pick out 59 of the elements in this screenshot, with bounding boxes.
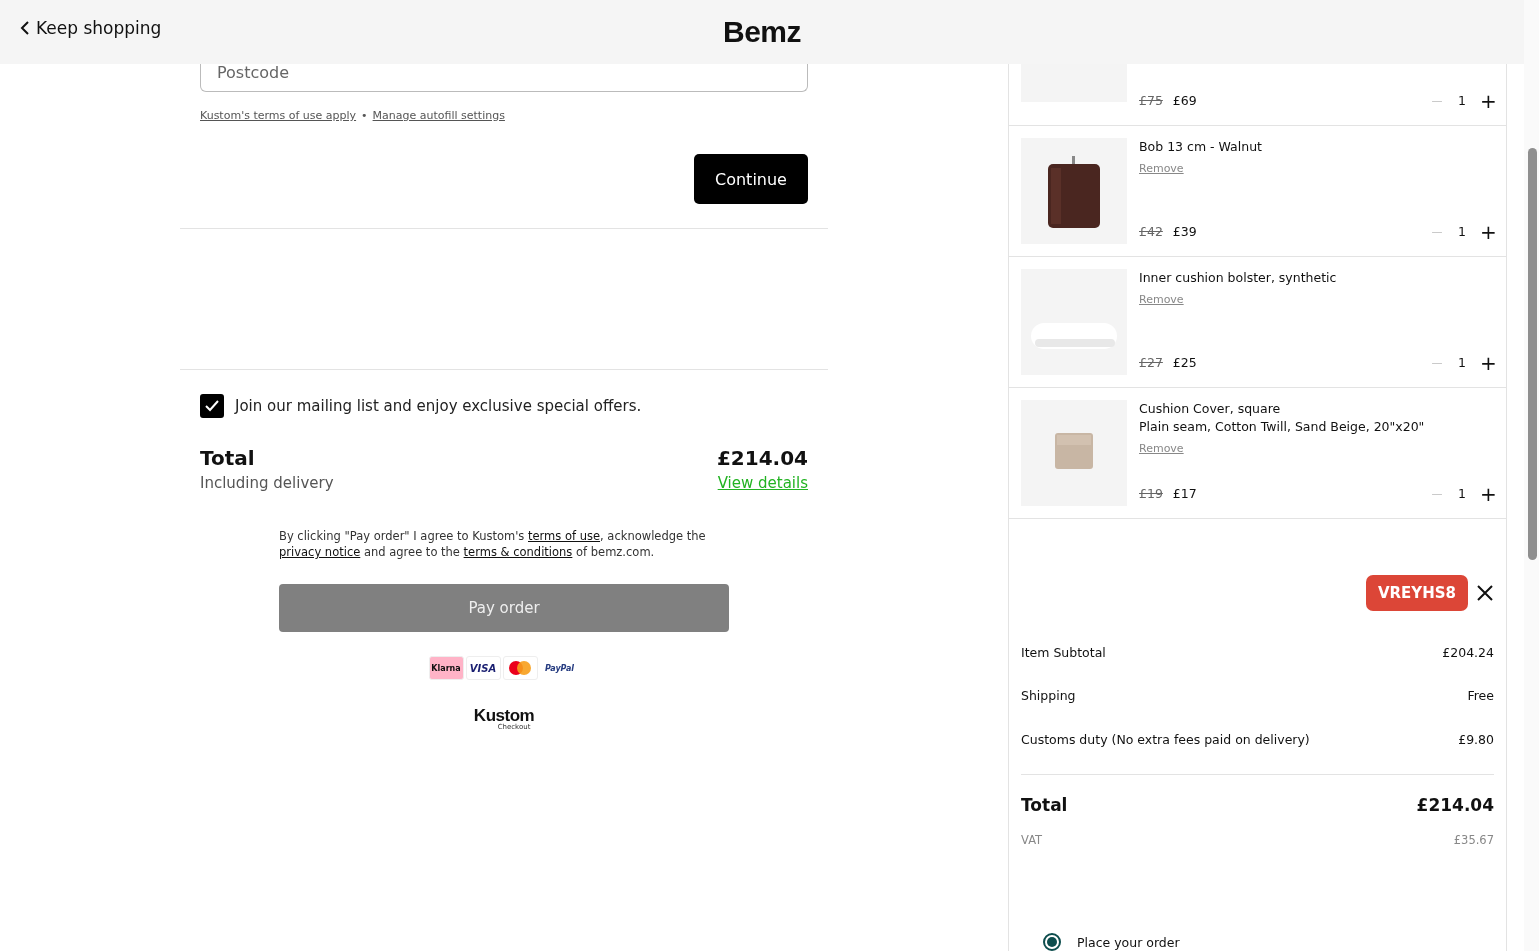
option-label: Place your order [1077, 934, 1180, 950]
increase-button[interactable]: + [1480, 481, 1494, 506]
increase-button[interactable]: + [1480, 88, 1494, 113]
checkmark-icon [205, 400, 219, 412]
original-price: £42 [1139, 224, 1163, 239]
postcode-field[interactable]: Postcode [200, 64, 808, 92]
newsletter-checkbox[interactable] [200, 394, 224, 418]
visa-logo: VISA [465, 656, 501, 680]
radio-button[interactable] [1043, 933, 1061, 951]
summary-label: Customs duty (No extra fees paid on delivery) [1021, 731, 1310, 747]
remove-link[interactable]: Remove [1139, 161, 1184, 175]
quantity: 1 [1457, 355, 1467, 370]
vat-label: VAT [1021, 833, 1043, 847]
scrollbar[interactable] [1524, 0, 1539, 951]
summary-value: £9.80 [1458, 731, 1494, 747]
newsletter-label: Join our mailing list and enjoy exclusive special offers. [235, 397, 642, 415]
summary-label: Shipping [1021, 688, 1076, 704]
increase-button[interactable]: + [1480, 219, 1494, 244]
terms-link[interactable]: Kustom's terms of use apply [200, 109, 357, 122]
sale-price: £17 [1172, 486, 1197, 501]
product-name: Inner cushion bolster, synthetic [1139, 268, 1338, 287]
original-price: £19 [1139, 486, 1163, 501]
total-amount: £214.04 [1416, 795, 1494, 815]
legal-link[interactable]: privacy notice [279, 545, 361, 559]
total-label: Total [200, 446, 255, 470]
product-name: Cushion Cover, square [1139, 399, 1282, 418]
sale-price: £69 [1172, 93, 1197, 108]
sale-price: £25 [1172, 355, 1197, 370]
close-button[interactable] [1476, 583, 1494, 602]
product-name: Bob 13 cm - Walnut [1139, 137, 1263, 156]
total-label: Total [1021, 795, 1068, 815]
total-amount: £214.04 [716, 446, 808, 470]
legal-text: By clicking "Pay order" I agree to Kustom's terms of use, acknowledge the privacy notice and agree to the terms & conditions of bemz.com. [279, 528, 707, 560]
mastercard-logo [502, 656, 538, 680]
vat-amount: £35.67 [1453, 833, 1494, 847]
logo[interactable]: Bemz [723, 15, 801, 49]
quantity: 1 [1457, 486, 1467, 501]
product-variant: Plain seam, Cotton Twill, Sand Beige, 20"x20" [1139, 417, 1426, 436]
delivery-note: Including delivery [200, 474, 334, 492]
quantity: 1 [1457, 93, 1467, 108]
summary-label: Item Subtotal [1021, 644, 1106, 660]
quantity: 1 [1457, 224, 1467, 239]
keep-shopping-link[interactable]: Keep shopping [20, 18, 162, 38]
chevron-left-icon [20, 21, 30, 35]
remove-link[interactable]: Remove [1139, 441, 1184, 455]
increase-button[interactable]: + [1480, 350, 1494, 375]
continue-button[interactable]: Continue [694, 154, 808, 204]
legal-link[interactable]: terms & conditions [463, 545, 573, 559]
coupon-tag: VREYHS8 [1365, 574, 1468, 611]
separator: • [361, 109, 368, 122]
sale-price: £39 [1172, 224, 1197, 239]
summary-value: £204.24 [1442, 644, 1494, 660]
klarna-logo: Klarna [428, 656, 464, 680]
autofill-settings-link[interactable]: Manage autofill settings [372, 109, 505, 122]
original-price: £75 [1139, 93, 1163, 108]
original-price: £27 [1139, 355, 1163, 370]
summary-value: Free [1467, 688, 1494, 704]
remove-link[interactable]: Remove [1139, 292, 1184, 306]
legal-link[interactable]: terms of use [528, 529, 601, 543]
